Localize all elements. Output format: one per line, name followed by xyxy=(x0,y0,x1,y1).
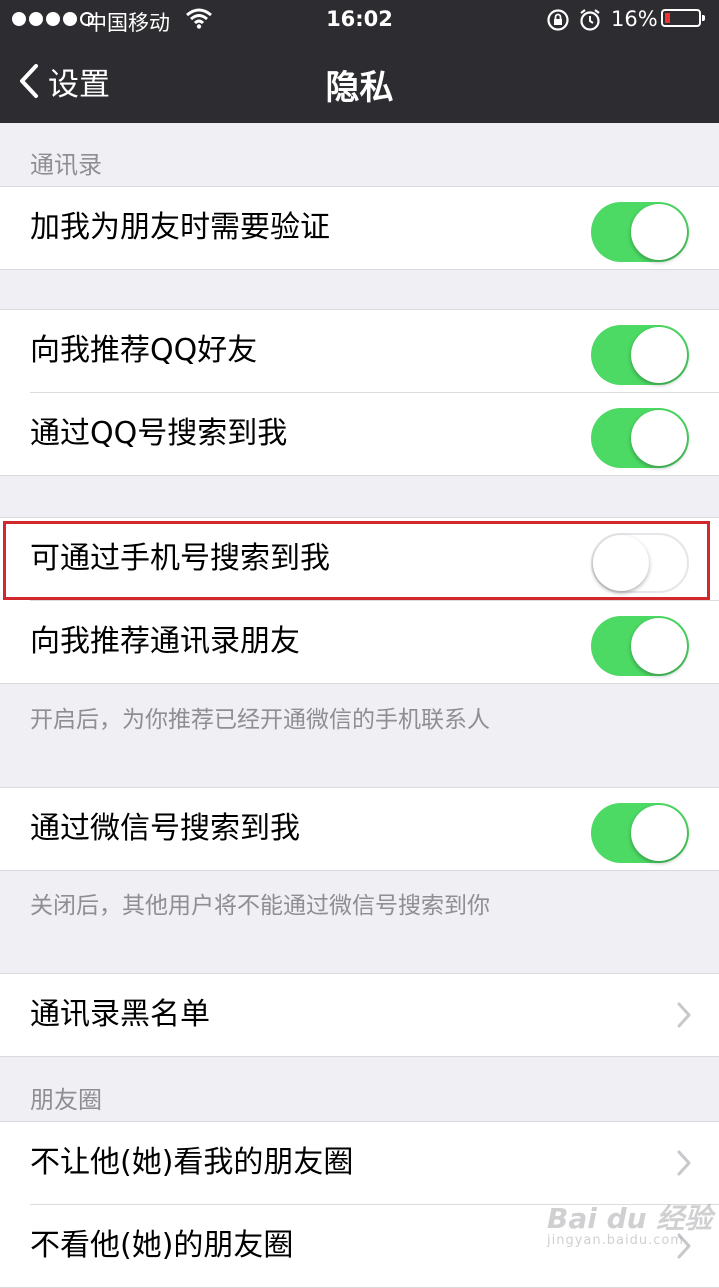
recommend-contacts-toggle[interactable] xyxy=(591,616,689,676)
section-header-moments: 朋友圈 xyxy=(30,1086,102,1114)
group-wechat-id: 通过微信号搜索到我 xyxy=(0,787,719,871)
row-search-by-phone: 可通过手机号搜索到我 xyxy=(0,518,719,600)
row-label: 向我推荐QQ好友 xyxy=(30,333,258,368)
row-contacts-blacklist[interactable]: 通讯录黑名单 xyxy=(0,974,719,1056)
search-by-wechat-note: 关闭后，其他用户将不能通过微信号搜索到你 xyxy=(30,893,490,919)
chevron-right-icon xyxy=(677,1150,691,1176)
search-by-wechat-toggle[interactable] xyxy=(591,803,689,863)
toggle-knob xyxy=(593,535,649,591)
row-search-by-qq: 通过QQ号搜索到我 xyxy=(30,392,719,475)
watermark: Bai du 经验 jingyan.baidu.com xyxy=(547,1197,712,1248)
row-label: 不让他(她)看我的朋友圈 xyxy=(30,1145,354,1180)
group-qq: 向我推荐QQ好友 通过QQ号搜索到我 xyxy=(0,309,719,476)
section-header-contacts: 通讯录 xyxy=(30,151,102,179)
toggle-knob xyxy=(631,410,687,466)
row-recommend-contacts: 向我推荐通讯录朋友 xyxy=(30,600,719,683)
alarm-icon xyxy=(578,8,602,37)
search-by-phone-toggle[interactable] xyxy=(591,533,689,593)
top-bar: 中国移动 16:02 16% 设置 隐私 xyxy=(0,0,719,123)
row-label: 向我推荐通讯录朋友 xyxy=(30,624,300,659)
recommend-contacts-note: 开启后，为你推荐已经开通微信的手机联系人 xyxy=(30,707,490,733)
verify-friend-toggle[interactable] xyxy=(591,202,689,262)
group-verify: 加我为朋友时需要验证 xyxy=(0,186,719,270)
toggle-knob xyxy=(631,327,687,383)
rotation-lock-icon xyxy=(546,8,570,37)
chevron-right-icon xyxy=(677,1002,691,1028)
battery-icon xyxy=(661,9,705,27)
battery-level-fill xyxy=(665,13,670,23)
toggle-knob xyxy=(631,204,687,260)
row-label: 不看他(她)的朋友圈 xyxy=(30,1228,294,1263)
row-label: 加我为朋友时需要验证 xyxy=(30,210,330,245)
toggle-knob xyxy=(631,618,687,674)
row-search-by-wechat: 通过微信号搜索到我 xyxy=(0,788,719,870)
row-label: 通过微信号搜索到我 xyxy=(30,811,300,846)
row-hide-my-moments[interactable]: 不让他(她)看我的朋友圈 xyxy=(0,1122,719,1204)
group-phone: 可通过手机号搜索到我 向我推荐通讯录朋友 xyxy=(0,517,719,684)
row-recommend-qq: 向我推荐QQ好友 xyxy=(0,310,719,392)
group-blacklist: 通讯录黑名单 xyxy=(0,973,719,1057)
battery-percent: 16% xyxy=(611,7,658,31)
page-title: 隐私 xyxy=(325,68,394,108)
toggle-knob xyxy=(631,805,687,861)
search-by-qq-toggle[interactable] xyxy=(591,408,689,468)
row-label: 通过QQ号搜索到我 xyxy=(30,416,288,451)
status-bar: 中国移动 16:02 16% xyxy=(0,0,719,40)
recommend-qq-toggle[interactable] xyxy=(591,325,689,385)
row-label: 通讯录黑名单 xyxy=(30,997,210,1032)
watermark-logo: Bai du 经验 xyxy=(547,1202,713,1235)
navigation-bar: 设置 隐私 xyxy=(0,40,719,123)
row-verify-friend: 加我为朋友时需要验证 xyxy=(0,187,719,269)
row-label: 可通过手机号搜索到我 xyxy=(30,541,330,576)
